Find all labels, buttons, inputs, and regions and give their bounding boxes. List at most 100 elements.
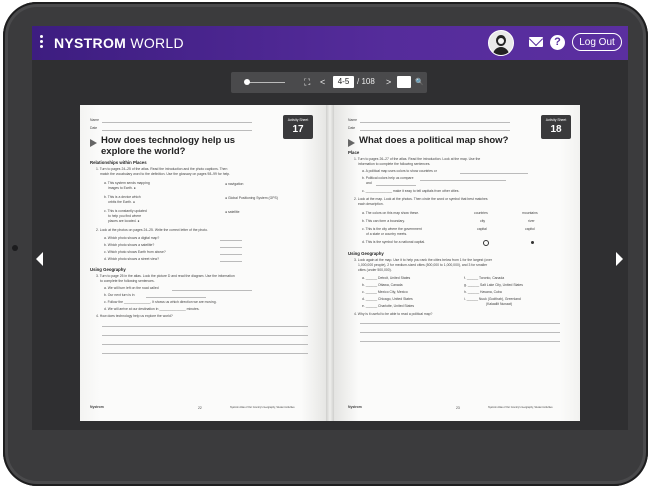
- text-line: c. Follow the ______________. It shows u…: [104, 300, 217, 304]
- text-line: b. Political colors help us compare: [362, 176, 414, 180]
- book-spine: [326, 105, 334, 421]
- text-line: d. This is the symbol for a national cap…: [362, 240, 426, 244]
- match-word: ● satellite: [225, 210, 240, 214]
- text-line: 4. How does technology help us explore t…: [96, 314, 173, 318]
- page-number: 22: [198, 406, 202, 410]
- next-page-button[interactable]: >: [386, 77, 391, 87]
- text-line: 2. Look at the map. Look at the photos. …: [354, 197, 488, 201]
- section-heading: Relationships within Places: [90, 160, 147, 165]
- text-line: a. The colors on this map show these.: [362, 211, 420, 215]
- text-line: match the vocabulary word to the definit…: [100, 172, 231, 176]
- text-line: 3. Turn to page 25 in the atlas. Look th…: [96, 274, 235, 278]
- text-line: b. This is a device which: [104, 195, 141, 199]
- text-line: b. Which photo shows a satellite?: [104, 243, 155, 247]
- city-dot-symbol: [531, 241, 534, 244]
- zoom-slider-track[interactable]: [245, 82, 285, 83]
- text-line: places are located. ●: [108, 219, 140, 223]
- name-label: Name: [90, 118, 100, 122]
- top-nav-bar: NYSTROM WORLD ? Log Out: [32, 26, 628, 60]
- city-item: e. ______ Charlotte, United States: [362, 304, 415, 308]
- menu-icon[interactable]: [40, 35, 43, 50]
- front-camera: [12, 245, 18, 251]
- city-item: g. ______ Salt Lake City, United States: [464, 283, 523, 287]
- text-line: 1,000,000 people), 2 for medium-sized ci…: [358, 263, 488, 267]
- text-line: 4. Why is it useful to be able to read a…: [354, 312, 433, 316]
- title-arrow-icon: [348, 139, 355, 147]
- choice-word: river: [528, 219, 535, 223]
- previous-spread-arrow-icon[interactable]: [36, 252, 43, 266]
- activity-sheet-badge: Activity Sheet 17: [283, 115, 313, 139]
- choice-word: capitol: [525, 227, 535, 231]
- section-heading: Using Geography: [348, 251, 384, 256]
- choice-word: city: [480, 219, 486, 223]
- text-line: to help you find where: [108, 214, 142, 218]
- text-line: of a state or country meets.: [366, 232, 408, 236]
- city-item: d. ______ Chicago, United States: [362, 297, 413, 301]
- city-item: b. ______ Ottawa, Canada: [362, 283, 403, 287]
- choice-word: countries: [474, 211, 488, 215]
- text-line: 2. Look at the photos on pages 24–25. Wr…: [96, 228, 208, 232]
- section-heading: Place: [348, 150, 360, 155]
- text-line: images to Earth. ●: [108, 186, 136, 190]
- page-title: What does a political map show?: [359, 135, 509, 146]
- city-item: (Kalaallit Nunaat): [486, 302, 513, 306]
- text-line: a. We will turn left on the road called: [104, 286, 159, 290]
- date-label: Date: [90, 126, 98, 130]
- next-spread-arrow-icon[interactable]: [616, 252, 623, 266]
- match-word: ● Global Positioning System (GPS): [225, 196, 278, 200]
- text-line: b. This can form a boundary.: [362, 219, 405, 223]
- fit-page-icon[interactable]: ⛶: [304, 77, 310, 88]
- text-line: information to complete the following se…: [358, 162, 431, 166]
- match-word: ● navigation: [225, 182, 244, 186]
- choice-word: mountains: [522, 211, 538, 215]
- app-screen: NYSTROM WORLD ? Log Out ⛶ < 4-5 / 108 > …: [32, 26, 628, 430]
- page-title: How does technology help us explore the …: [101, 135, 236, 157]
- choice-word: capital: [477, 227, 487, 231]
- user-avatar[interactable]: [488, 30, 514, 56]
- text-line: d. Which photo shows a street view?: [104, 257, 160, 261]
- logout-button[interactable]: Log Out: [572, 33, 622, 51]
- zoom-slider-handle[interactable]: [244, 79, 250, 85]
- text-line: orbits the Earth. ●: [108, 200, 135, 204]
- right-page: Name Date Activity Sheet 18 What does a …: [334, 105, 580, 421]
- text-line: d. We will arrive at our destination in …: [104, 307, 200, 311]
- reader-toolbar: ⛶ < 4-5 / 108 > 🔍: [231, 72, 427, 93]
- text-line: to complete the following sentences.: [100, 279, 155, 283]
- national-capital-symbol: [483, 240, 489, 246]
- text-line: c. This is the city where the government: [362, 227, 422, 231]
- text-line: 1. Turn to pages 24–25 of the atlas. Rea…: [96, 167, 228, 171]
- footer-note: Nystrom Atlas of Our Country's Geography…: [488, 406, 553, 409]
- text-line: c. Which photo shows Earth from above?: [104, 250, 166, 254]
- search-icon[interactable]: 🔍: [415, 78, 424, 86]
- page-number: 23: [456, 406, 460, 410]
- city-item: h. ______ Havana, Cuba: [464, 290, 502, 294]
- footer-note: Nystrom Atlas of Our Country's Geography…: [230, 406, 295, 409]
- text-line: 1. Turn to pages 26–27 of the atlas. Rea…: [354, 157, 481, 161]
- text-line: a. Which photo shows a digital map?: [104, 236, 160, 240]
- section-heading: Using Geography: [90, 267, 126, 272]
- city-item: a. ______ Detroit, United States: [362, 276, 411, 280]
- text-line: and: [366, 181, 372, 185]
- footer-brand: Nystrom: [90, 405, 104, 409]
- text-line: b. Our next turn is in: [104, 293, 135, 297]
- title-arrow-icon: [90, 139, 97, 147]
- left-page: Name Date Activity Sheet 17 How does tec…: [80, 105, 326, 421]
- brand-logo: NYSTROM WORLD: [54, 35, 184, 51]
- text-line: a. This system sends mapping: [104, 181, 150, 185]
- text-line: cities (under 500,000).: [358, 268, 392, 272]
- help-icon[interactable]: ?: [550, 35, 565, 50]
- text-line: a. A political map uses colors to show c…: [362, 169, 437, 173]
- book-spread: Name Date Activity Sheet 17 How does tec…: [80, 105, 580, 427]
- search-input[interactable]: [397, 76, 411, 88]
- activity-sheet-badge: Activity Sheet 18: [541, 115, 571, 139]
- text-line: each description.: [358, 202, 384, 206]
- text-line: c. This is constantly updated: [104, 209, 147, 213]
- city-item: f. ______ Toronto, Canada: [464, 276, 505, 280]
- footer-brand: Nystrom: [348, 405, 362, 409]
- mail-icon[interactable]: [529, 37, 543, 47]
- city-item: i. ______ Nuuk (Godthab), Greenland: [464, 297, 521, 301]
- date-label: Date: [348, 126, 356, 130]
- prev-page-button[interactable]: <: [320, 77, 325, 87]
- page-total: / 108: [357, 77, 375, 86]
- page-number-input[interactable]: 4-5: [333, 76, 354, 88]
